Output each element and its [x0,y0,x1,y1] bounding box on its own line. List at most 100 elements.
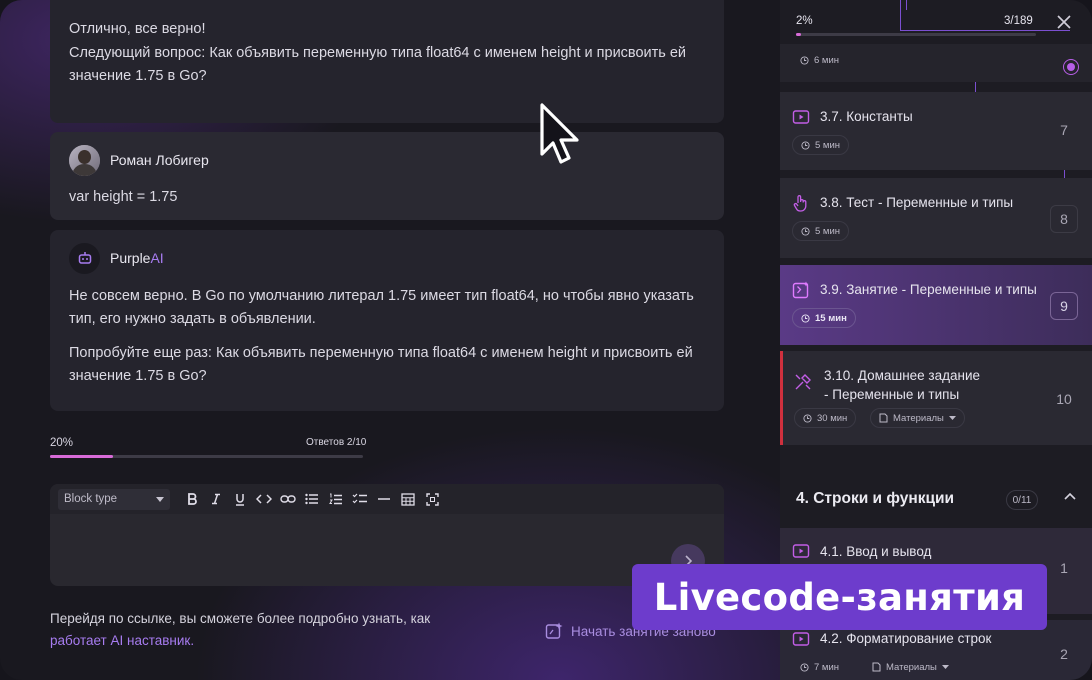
message-text: Отлично, все верно! [69,21,206,37]
footer-text: Перейдя по ссылке, вы сможете более подр… [50,611,431,626]
italic-button[interactable] [204,488,228,510]
author-name: Роман Лобигер [110,152,209,168]
section-progress-badge: 0/11 [1006,490,1038,510]
lesson-item-3-7[interactable]: 3.7. Константы 5 мин 7 [780,92,1092,170]
link-button[interactable] [276,488,300,510]
message-text: var height = 1.75 [69,189,178,205]
horizontal-rule-icon [378,498,390,500]
close-button[interactable] [1056,14,1078,36]
mouse-cursor-icon [540,103,579,164]
course-progress-fill [796,33,801,36]
document-icon [872,662,881,672]
lesson-title: 3.9. Занятие - Переменные и типы [820,282,1037,297]
video-icon [792,110,810,124]
caret-down-icon [941,665,949,669]
clock-icon [800,55,809,65]
footer-note: Перейдя по ссылке, вы сможете более подр… [50,608,470,652]
video-icon [792,544,810,558]
clock-icon [801,313,810,323]
author-name: PurpleAI [110,250,164,266]
hand-pointer-icon [793,195,807,212]
user-message: Роман Лобигер var height = 1.75 [50,132,724,220]
course-progress-count: 3/189 [1004,15,1033,27]
bold-button[interactable] [180,488,204,510]
answers-progress-bar [50,455,363,458]
clock-icon [800,662,809,672]
materials-dropdown[interactable]: Материалы [864,657,957,677]
user-avatar [69,144,100,176]
livecode-badge: Livecode-занятия [632,564,1047,630]
ai-mentor-link[interactable]: работает AI наставник. [50,633,194,648]
lesson-item-3-10[interactable]: 3.10. Домашнее задание - Переменные и тип… [780,351,1092,445]
code-button[interactable] [252,488,276,510]
table-button[interactable] [396,488,420,510]
answers-progress-count: Ответов 2/10 [306,437,367,448]
lesson-item-3-6[interactable]: 6 мин [780,44,1092,82]
table-icon [401,492,415,506]
clock-icon [801,140,810,150]
message-text: Следующий вопрос: Как объявить переменну… [69,45,687,84]
block-type-select[interactable]: Block type [58,488,170,510]
lesson-number: 2 [1060,646,1068,662]
robot-icon [78,252,91,264]
restart-sparkle-icon [545,622,563,639]
numbered-list-button[interactable] [324,488,348,510]
answers-progress-fill [50,455,113,458]
caret-down-icon [156,496,164,502]
materials-dropdown[interactable]: Материалы [870,408,965,428]
message-author: Роман Лобигер [69,144,209,176]
ai-message-previous: Отлично, все верно! Следующий вопрос: Ка… [50,0,724,123]
fullscreen-icon [425,492,439,506]
course-progress-bar [796,33,1036,36]
lesson-duration: 7 мин [792,657,847,677]
document-icon [879,413,888,423]
code-exercise-icon [792,281,809,299]
caret-down-icon [948,416,956,420]
lesson-duration: 5 мин [792,221,850,241]
italic-icon [212,493,220,505]
lesson-item-3-8[interactable]: 3.8. Тест - Переменные и типы 5 мин 8 [780,178,1092,258]
lesson-number: 10 [1056,391,1072,407]
clock-icon [803,413,812,423]
bold-icon [188,493,197,505]
tools-icon [795,374,811,390]
clock-icon [801,226,810,236]
bullet-list-button[interactable] [300,488,324,510]
numbered-list-icon [329,493,342,504]
video-icon [792,632,810,646]
ai-message: PurpleAI Не совсем верно. В Go по умолча… [50,230,724,411]
answer-editor[interactable]: Block type [50,484,724,586]
lesson-title: 3.7. Константы [820,109,913,124]
bullet-list-icon [305,493,318,505]
code-icon [256,494,272,504]
lesson-duration: 30 мин [794,408,857,428]
answers-progress-percent: 20% [50,437,74,449]
lesson-number: 8 [1050,205,1078,233]
lesson-number: 1 [1060,560,1068,576]
horizontal-rule-button[interactable] [372,488,396,510]
lesson-duration: 6 мин [792,50,847,70]
lesson-title: 3.8. Тест - Переменные и типы [820,195,1014,210]
block-type-value: Block type [64,493,118,505]
close-icon [1057,15,1071,29]
bot-avatar [69,242,100,274]
editor-toolbar: Block type [50,484,724,514]
course-progress-percent: 2% [796,15,813,27]
fullscreen-button[interactable] [420,488,444,510]
active-lesson-marker [780,351,783,445]
underline-button[interactable] [228,488,252,510]
app-frame: Отлично, все верно! Следующий вопрос: Ка… [0,0,1092,680]
underline-icon [236,493,244,506]
lesson-duration: 15 мин [792,308,856,328]
message-author: PurpleAI [69,242,164,274]
checklist-button[interactable] [348,488,372,510]
lesson-duration: 5 мин [792,135,850,155]
checklist-icon [352,493,367,504]
lesson-item-3-9[interactable]: 3.9. Занятие - Переменные и типы 15 мин … [780,265,1092,345]
section-title[interactable]: 4. Строки и функции [796,490,954,508]
chevron-up-icon[interactable] [1062,488,1078,504]
lesson-title: 4.2. Форматирование строк [820,631,992,646]
formatting-buttons [180,488,444,510]
message-text: Попробуйте еще раз: Как объявить перемен… [69,345,693,384]
current-step-marker [1063,59,1079,75]
